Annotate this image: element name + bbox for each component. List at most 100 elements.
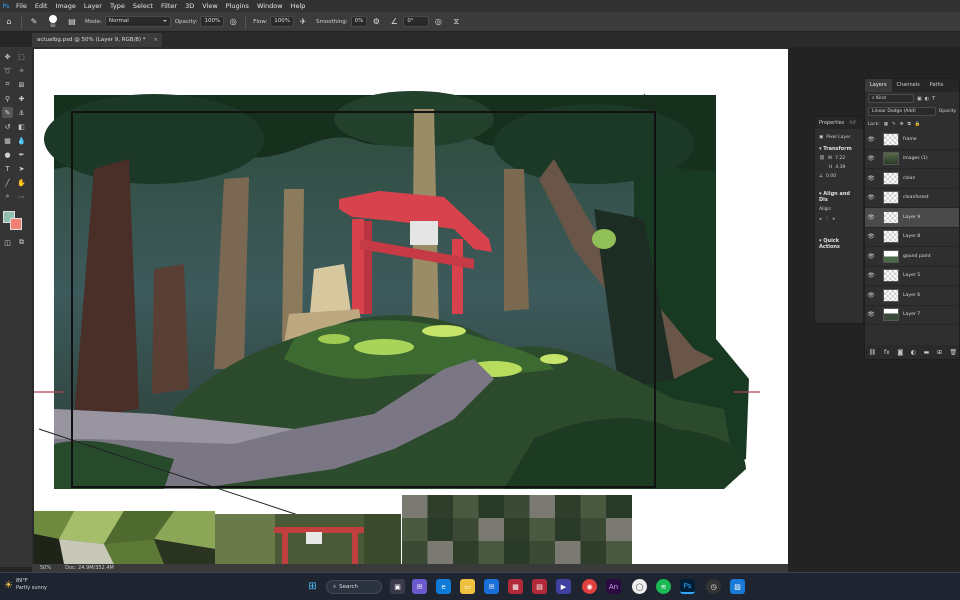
eye-icon[interactable]: 👁 xyxy=(865,136,877,143)
media-player-icon[interactable]: ▶ xyxy=(556,579,571,594)
eyedropper-icon[interactable]: ⚲ xyxy=(2,93,13,104)
eraser-icon[interactable]: ◧ xyxy=(16,121,27,132)
store-app-icon[interactable]: ▤ xyxy=(532,579,547,594)
gear-icon[interactable]: ⚙ xyxy=(369,15,383,29)
lock-paint-icon[interactable]: ✎ xyxy=(892,122,896,127)
type-tool-icon[interactable]: T xyxy=(2,163,13,174)
layer-filter-kind[interactable]: ⌕ Kind xyxy=(868,94,914,103)
brush-tool-icon[interactable]: ✎ xyxy=(2,107,13,118)
menu-edit[interactable]: Edit xyxy=(31,0,52,12)
delete-layer-icon[interactable]: 🗑 xyxy=(950,349,958,356)
filter-adjust-icon[interactable]: ◐ xyxy=(925,96,929,102)
pressure-opacity-icon[interactable]: ◎ xyxy=(226,15,240,29)
taskbar-search[interactable]: ⌕ Search xyxy=(326,580,382,594)
layer-row-layer-9[interactable]: 👁 Layer 9 xyxy=(865,208,959,228)
eye-icon[interactable]: 👁 xyxy=(865,253,877,260)
adjustment-layer-icon[interactable]: ◐ xyxy=(911,349,916,356)
lock-transparency-icon[interactable]: ▦ xyxy=(884,122,888,127)
angle-icon[interactable]: ∠ xyxy=(387,15,401,29)
layer-row-layer-6[interactable]: 👁 Layer 6 xyxy=(865,286,959,306)
windows-start-icon[interactable]: ⊞ xyxy=(305,579,320,594)
menu-view[interactable]: View xyxy=(198,0,221,12)
file-explorer-icon[interactable]: ▭ xyxy=(460,579,475,594)
layer-row-clean[interactable]: 👁 clean xyxy=(865,169,959,189)
menu-image[interactable]: Image xyxy=(51,0,79,12)
more-tools-icon[interactable]: ⋯ xyxy=(16,191,27,202)
tab-paths[interactable]: Paths xyxy=(925,79,949,92)
opacity-input[interactable]: 100% xyxy=(200,16,225,27)
lasso-tool-icon[interactable]: ➰ xyxy=(2,65,13,76)
photoshop-logo-icon[interactable]: Ps xyxy=(0,0,12,12)
zoom-tool-icon[interactable]: ⌕ xyxy=(2,191,13,202)
photos-app-icon[interactable]: ▨ xyxy=(730,579,745,594)
eye-icon[interactable]: 👁 xyxy=(865,233,877,240)
align-center-icon[interactable]: ⫶ xyxy=(827,216,828,222)
w-value[interactable]: 7.22 xyxy=(835,156,845,161)
teams-chat-icon[interactable]: ✉ xyxy=(412,579,427,594)
brush-settings-icon[interactable]: ▤ xyxy=(65,15,79,29)
brush-preset-picker[interactable]: 60 xyxy=(45,15,61,29)
tab-layers[interactable]: Layers xyxy=(865,79,892,92)
brush-tool-icon[interactable]: ✎ xyxy=(27,15,41,29)
blend-mode-select[interactable]: Linear Dodge (Add) xyxy=(868,107,936,116)
align-section[interactable]: ▾ Align and Dis xyxy=(815,187,863,205)
flow-input[interactable]: 100% xyxy=(270,16,295,27)
document-info[interactable]: Doc: 24.9M/352.4M xyxy=(65,565,114,571)
align-left-icon[interactable]: ⫷ xyxy=(819,216,822,222)
layer-row-cleanforest[interactable]: 👁 cleanforest xyxy=(865,189,959,208)
mail-icon[interactable]: ✉ xyxy=(484,579,499,594)
tab-channels[interactable]: Channels xyxy=(892,79,925,92)
eye-icon[interactable]: 👁 xyxy=(865,155,877,162)
eye-icon[interactable]: 👁 xyxy=(865,194,877,201)
spotify-icon[interactable]: ≋ xyxy=(656,579,671,594)
menu-window[interactable]: Window xyxy=(253,0,287,12)
eye-icon[interactable]: 👁 xyxy=(865,175,877,182)
h-value[interactable]: 4.39 xyxy=(835,165,845,170)
menu-layer[interactable]: Layer xyxy=(80,0,106,12)
weather-widget[interactable]: ☀ 89°F Partly sunny xyxy=(4,578,47,592)
history-brush-icon[interactable]: ↺ xyxy=(2,121,13,132)
mode-select[interactable]: Normal xyxy=(104,16,171,27)
quick-actions-section[interactable]: ▾ Quick Actions xyxy=(815,234,863,252)
menu-3d[interactable]: 3D xyxy=(181,0,198,12)
transform-section[interactable]: ▾ Transform xyxy=(815,142,863,154)
clock-app-icon[interactable]: ◷ xyxy=(706,579,721,594)
blur-tool-icon[interactable]: 💧 xyxy=(16,135,27,146)
chrome-icon[interactable]: ◉ xyxy=(582,579,597,594)
document-canvas[interactable] xyxy=(34,49,788,564)
pressure-size-icon[interactable]: ◎ xyxy=(431,15,445,29)
layer-row-frame[interactable]: 👁 frame xyxy=(865,130,959,150)
edge-browser-icon[interactable]: e xyxy=(436,579,451,594)
airbrush-icon[interactable]: ✈ xyxy=(296,15,310,29)
whatsapp-icon[interactable]: ◯ xyxy=(632,579,647,594)
new-group-icon[interactable]: ▬ xyxy=(924,349,930,356)
photoshop-taskbar-icon[interactable]: Ps xyxy=(680,579,695,594)
line-tool-icon[interactable]: ╱ xyxy=(2,177,13,188)
magic-wand-icon[interactable]: ✧ xyxy=(16,65,27,76)
menu-help[interactable]: Help xyxy=(287,0,310,12)
move-tool-icon[interactable]: ✥ xyxy=(2,51,13,62)
link-layers-icon[interactable]: ⛓ xyxy=(869,349,877,356)
link-icon[interactable]: ⛓ xyxy=(819,156,825,161)
layer-row-layer-8[interactable]: 👁 Layer 8 xyxy=(865,228,959,247)
layer-row-gound-paint[interactable]: 👁 gound paint xyxy=(865,247,959,267)
symmetry-icon[interactable]: ⧖ xyxy=(449,15,463,29)
filter-type-icon[interactable]: T xyxy=(932,96,935,102)
background-color-swatch[interactable] xyxy=(10,218,22,230)
layer-row-images[interactable]: 👁 images (1) xyxy=(865,150,959,169)
task-view-icon[interactable]: ▣ xyxy=(390,579,405,594)
menu-file[interactable]: File xyxy=(12,0,31,12)
healing-brush-icon[interactable]: ✚ xyxy=(16,93,27,104)
tab-properties[interactable]: Properties xyxy=(819,120,844,126)
lock-position-icon[interactable]: ✥ xyxy=(900,122,904,127)
angle-value[interactable]: 0.00 xyxy=(826,174,836,179)
eye-icon[interactable]: 👁 xyxy=(865,292,877,299)
lock-artboard-icon[interactable]: ⧉ xyxy=(908,121,911,127)
stamp-tool-icon[interactable]: ⚓ xyxy=(16,107,27,118)
pen-tool-icon[interactable]: ✒ xyxy=(16,149,27,160)
animate-app-icon[interactable]: An xyxy=(606,579,621,594)
quick-mask-icon[interactable]: ◫ xyxy=(2,237,13,248)
dodge-tool-icon[interactable]: ● xyxy=(2,149,13,160)
crop-tool-icon[interactable]: ⌗ xyxy=(2,79,13,90)
home-icon[interactable]: ⌂ xyxy=(2,15,16,29)
